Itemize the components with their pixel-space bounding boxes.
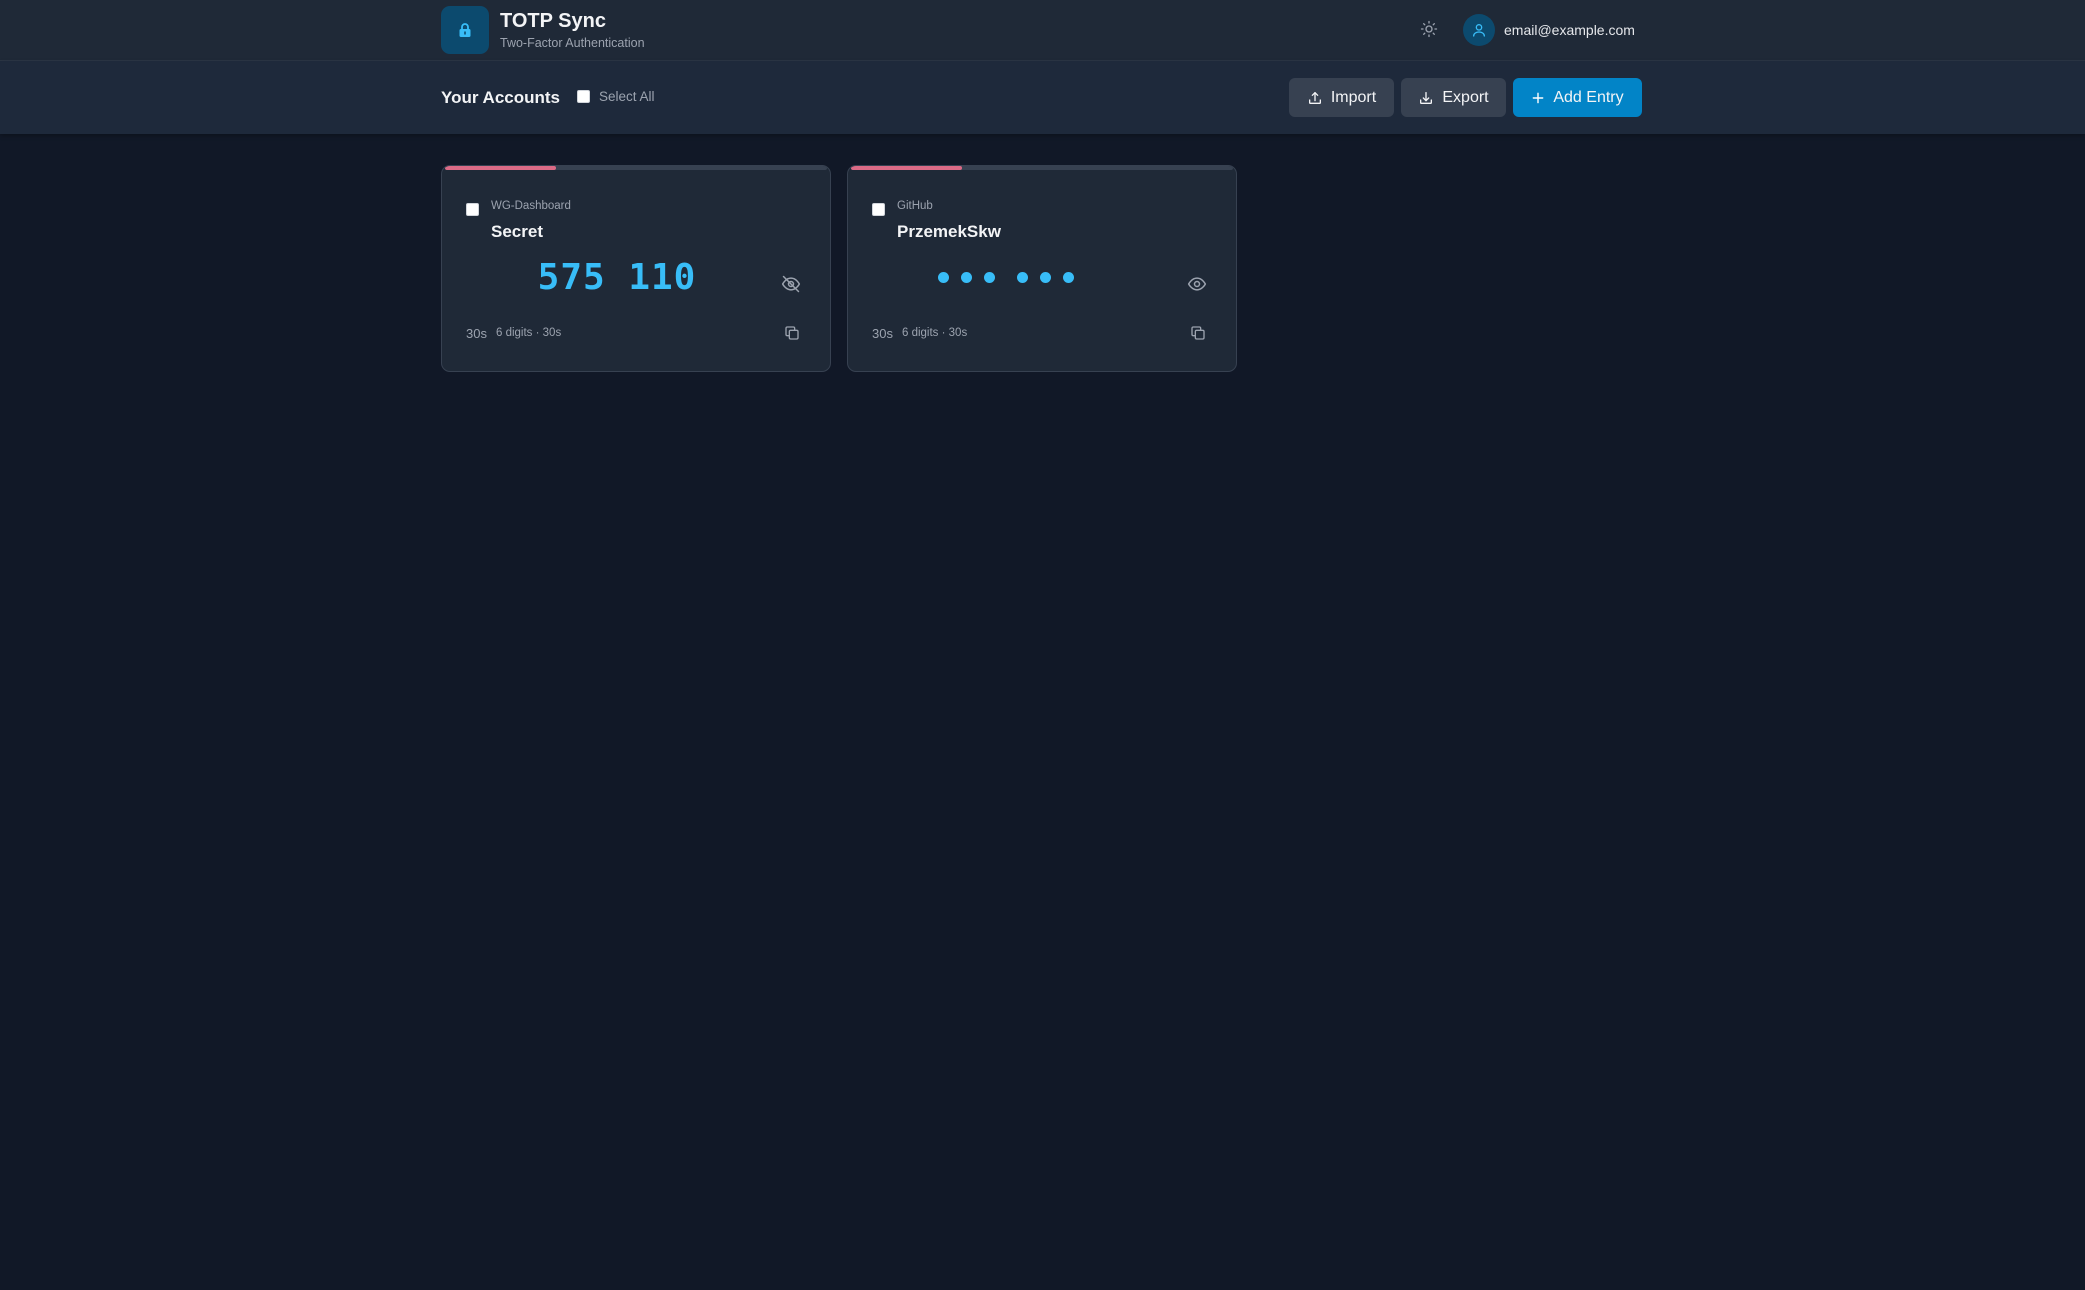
import-button[interactable]: Import [1289,78,1394,117]
countdown-progress-fill [445,166,556,170]
totp-code-masked[interactable] [938,272,1086,283]
theme-toggle-button[interactable] [1416,15,1441,43]
avatar [1463,14,1495,46]
lock-icon [441,6,489,54]
totp-card: WG-Dashboard Secret 575 110 30s 6 digits… [441,165,831,372]
totp-card: GitHub PrzemekSkw 30s 6 digits · 30s [847,165,1237,372]
add-entry-label: Add Entry [1553,88,1624,106]
entry-issuer: GitHub [897,200,933,212]
mask-dot [1063,272,1074,283]
eye-icon [1187,277,1207,291]
upload-icon [1308,91,1321,104]
select-all-checkbox[interactable] [577,90,590,103]
download-icon [1420,91,1433,104]
entry-account: Secret [491,222,543,241]
countdown-progress-fill [851,166,962,170]
select-all-label: Select All [599,89,655,104]
time-remaining: 30s [466,326,487,341]
add-entry-button[interactable]: Add Entry [1513,78,1642,117]
export-button[interactable]: Export [1401,78,1506,117]
sun-icon [1420,20,1437,38]
time-remaining: 30s [872,326,893,341]
entry-checkbox[interactable] [872,203,885,216]
mask-dot [984,272,995,283]
copy-icon [785,326,799,340]
page-title: Your Accounts [441,88,561,107]
mask-dot [1040,272,1051,283]
entry-meta: 6 digits · 30s [902,327,968,339]
user-icon [1473,24,1485,37]
eye-off-icon [781,275,801,293]
brand: TOTP Sync Two-Factor Authentication [441,6,645,54]
app-header: TOTP Sync Two-Factor Authentication emai… [0,0,2085,61]
entry-account: PrzemekSkw [897,222,1001,241]
countdown-progress [445,166,827,170]
plus-icon [1532,92,1544,103]
entry-meta: 6 digits · 30s [496,327,562,339]
accounts-toolbar: Your Accounts Select All Import Export A… [0,61,2085,134]
entry-checkbox[interactable] [466,203,479,216]
import-label: Import [1330,88,1377,106]
copy-button[interactable] [782,323,802,343]
export-label: Export [1442,88,1489,106]
user-email: email@example.com [1504,22,1635,38]
user-menu[interactable]: email@example.com [1463,14,1635,46]
totp-code[interactable]: 575 110 [492,257,742,298]
mask-dot [1017,272,1028,283]
app-title: TOTP Sync [500,10,606,32]
entry-issuer: WG-Dashboard [491,200,571,212]
copy-button[interactable] [1188,323,1208,343]
toggle-visibility-button[interactable] [779,272,803,296]
mask-dot [961,272,972,283]
select-all-control[interactable]: Select All [577,89,655,104]
copy-icon [1191,326,1205,340]
app-subtitle: Two-Factor Authentication [500,36,645,50]
toggle-visibility-button[interactable] [1185,272,1209,296]
mask-dot [938,272,949,283]
countdown-progress [851,166,1233,170]
